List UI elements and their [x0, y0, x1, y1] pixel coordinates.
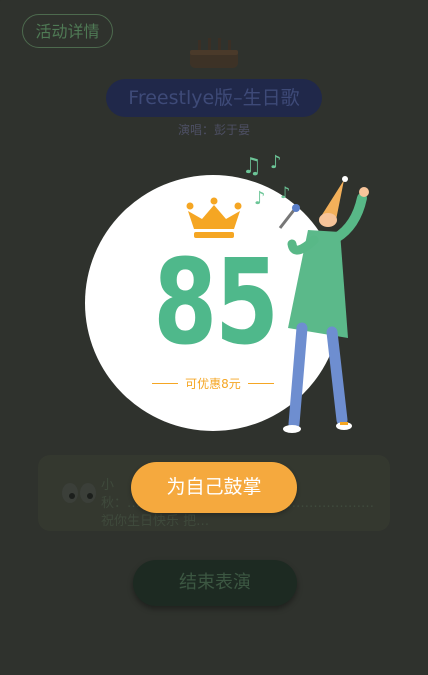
svg-text:♪: ♪ — [270, 152, 282, 173]
cake-icon — [190, 38, 238, 68]
svg-text:♫: ♫ — [242, 154, 262, 179]
music-note-icon: ♫ ♪ ♪ ♪ — [242, 152, 290, 209]
end-performance-button[interactable]: 结束表演 — [133, 560, 297, 606]
song-title: Freestlye版–生日歌 — [106, 79, 322, 117]
activity-details-button[interactable]: 活动详情 — [22, 14, 113, 48]
svg-text:♪: ♪ — [254, 188, 266, 209]
applaud-button[interactable]: 为自己鼓掌 — [131, 462, 297, 513]
svg-text:♪: ♪ — [280, 183, 290, 202]
singer-line: 演唱：彭于晏 — [177, 123, 250, 137]
singer-illustration: ♫ ♪ ♪ ♪ — [242, 152, 369, 433]
eyes-icon — [62, 483, 96, 503]
